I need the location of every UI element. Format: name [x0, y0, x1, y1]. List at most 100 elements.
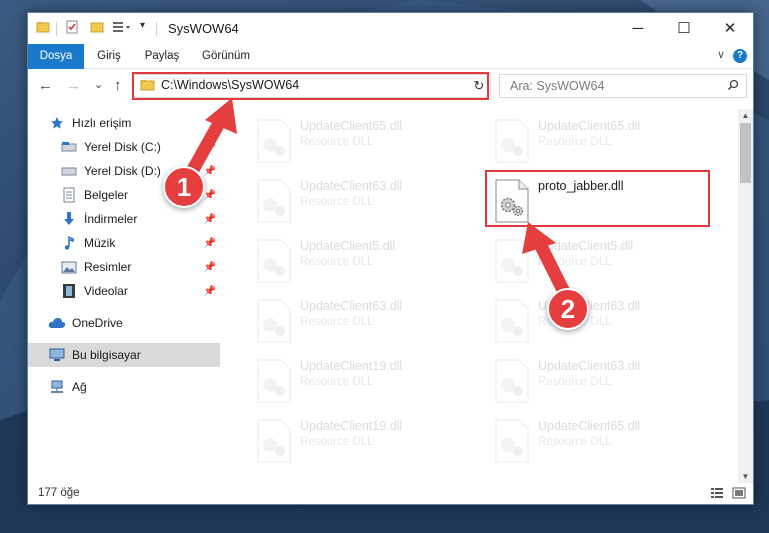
dll-file-icon	[257, 119, 291, 163]
file-name: UpdateClient19.dll	[300, 419, 403, 433]
maximize-button[interactable]: ☐	[661, 13, 707, 43]
new-folder-icon[interactable]	[90, 20, 104, 34]
sidebar-item-label: Belgeler	[84, 188, 129, 202]
file-type: Resource DLL	[538, 436, 612, 448]
file-type: Resource DLL	[300, 136, 374, 148]
pin-icon[interactable]: 📌	[204, 166, 216, 177]
tab-gorunum[interactable]: Görünüm	[196, 44, 256, 68]
list-item[interactable]: UpdateClient65.dll Resource DLL	[490, 415, 720, 469]
sidebar-item-this-pc[interactable]: Bu bilgisayar	[28, 343, 220, 367]
network-icon	[48, 379, 66, 395]
tab-paylas[interactable]: Paylaş	[140, 44, 184, 68]
pin-icon[interactable]: 📌	[204, 238, 216, 249]
sidebar-item-onedrive[interactable]: OneDrive	[28, 311, 224, 335]
sidebar-item-music[interactable]: Müzik 📌	[28, 231, 224, 255]
sidebar-item-label: Videolar	[84, 284, 128, 298]
list-item[interactable]: UpdateClient63.dll Resource DLL	[252, 295, 482, 349]
file-highlight	[485, 170, 710, 227]
file-name: UpdateClient65.dll	[538, 419, 641, 433]
search-box[interactable]: Ara: SysWOW64	[499, 74, 747, 98]
pin-icon[interactable]: 📌	[204, 142, 216, 153]
dll-file-icon	[257, 299, 291, 343]
pin-icon[interactable]: 📌	[204, 214, 216, 225]
navigation-pane: Hızlı erişim Yerel Disk (C:) 📌 Yerel Dis…	[28, 109, 224, 483]
list-item[interactable]: UpdateClient63.dll Resource DLL	[490, 355, 720, 409]
search-icon	[727, 79, 739, 94]
details-view-icon[interactable]	[710, 487, 724, 499]
dll-file-icon	[495, 239, 529, 283]
videos-icon	[60, 283, 78, 299]
scrollbar-thumb[interactable]	[740, 123, 751, 183]
up-button[interactable]: ↑	[114, 77, 122, 94]
pin-icon[interactable]: 📌	[204, 286, 216, 297]
ribbon-collapse-icon[interactable]: ∨	[717, 48, 725, 61]
sidebar-item-videos[interactable]: Videolar 📌	[28, 279, 224, 303]
list-item[interactable]: UpdateClient63.dll Resource DLL	[252, 175, 482, 229]
sidebar-item-downloads[interactable]: İndirmeler 📌	[28, 207, 224, 231]
tab-giris[interactable]: Giriş	[90, 44, 128, 68]
download-icon	[60, 211, 78, 227]
documents-icon	[60, 187, 78, 203]
scroll-up-icon[interactable]: ▲	[738, 111, 753, 120]
step-1-badge: 1	[163, 166, 205, 208]
sidebar-item-network[interactable]: Ağ	[28, 375, 224, 399]
sidebar-item-label: İndirmeler	[84, 212, 138, 226]
list-item[interactable]: UpdateClient5.dll Resource DLL	[252, 235, 482, 289]
dll-file-icon	[257, 359, 291, 403]
list-item[interactable]: UpdateClient5.dll Resource DLL	[490, 235, 720, 289]
pin-icon[interactable]: 📌	[204, 262, 216, 273]
search-input[interactable]: Ara: SysWOW64	[510, 79, 604, 93]
file-name: UpdateClient65.dll	[538, 119, 641, 133]
large-icons-view-icon[interactable]	[732, 487, 746, 499]
file-type: Resource DLL	[538, 256, 612, 268]
dll-file-icon	[495, 299, 529, 343]
file-name: UpdateClient63.dll	[300, 299, 403, 313]
file-list: UpdateClient65.dll Resource DLL UpdateCl…	[224, 109, 738, 483]
customize-toolbar-icon[interactable]	[112, 20, 132, 34]
file-type: Resource DLL	[300, 376, 374, 388]
sidebar-item-label: Müzik	[84, 236, 116, 250]
scroll-down-icon[interactable]: ▼	[738, 472, 753, 481]
pictures-icon	[60, 259, 78, 275]
folder-icon	[36, 20, 50, 34]
minimize-button[interactable]: ─	[615, 13, 661, 43]
quick-access-dropdown-icon[interactable]: ▾	[140, 20, 145, 31]
sidebar-item-label: Yerel Disk (C:)	[84, 140, 161, 154]
status-bar: 177 öğe	[28, 483, 753, 504]
file-type: Resource DLL	[300, 436, 374, 448]
vertical-scrollbar[interactable]: ▲ ▼	[738, 109, 753, 483]
sidebar-item-pictures[interactable]: Resimler 📌	[28, 255, 224, 279]
sidebar-item-label: Resimler	[84, 260, 132, 274]
sidebar-item-local-disk-c[interactable]: Yerel Disk (C:) 📌	[28, 135, 224, 159]
back-button[interactable]: ←	[38, 77, 53, 94]
sidebar-item-label: OneDrive	[72, 316, 123, 330]
file-type: Resource DLL	[538, 136, 612, 148]
drive-icon	[60, 139, 78, 155]
sidebar-item-label: Yerel Disk (D:)	[84, 164, 161, 178]
file-type: Resource DLL	[538, 376, 612, 388]
dll-file-icon	[495, 119, 529, 163]
cloud-icon	[48, 315, 66, 331]
sidebar-item-quick-access[interactable]: Hızlı erişim	[28, 111, 224, 135]
dll-file-icon	[257, 419, 291, 463]
item-count: 177 öğe	[38, 487, 80, 499]
close-button[interactable]: ✕	[707, 13, 753, 43]
list-item[interactable]: UpdateClient19.dll Resource DLL	[252, 355, 482, 409]
dll-file-icon	[257, 179, 291, 223]
recent-locations-button[interactable]: ⌄	[94, 78, 103, 91]
pin-icon[interactable]: 📌	[204, 190, 216, 201]
dll-file-icon	[495, 419, 529, 463]
list-item[interactable]: UpdateClient19.dll Resource DLL	[252, 415, 482, 469]
properties-icon[interactable]	[65, 20, 79, 34]
dll-file-icon	[495, 359, 529, 403]
list-item[interactable]: UpdateClient65.dll Resource DLL	[490, 115, 720, 169]
sidebar-item-label: Hızlı erişim	[72, 116, 132, 130]
title-bar[interactable]: ▾ SysWOW64 ─ ☐ ✕	[28, 13, 753, 43]
sidebar-item-label: Ağ	[72, 380, 87, 394]
star-icon	[48, 115, 66, 131]
forward-button[interactable]: →	[66, 77, 81, 94]
list-item[interactable]: UpdateClient63.dll Resource DLL	[490, 295, 720, 349]
file-name: UpdateClient5.dll	[300, 239, 396, 253]
help-icon[interactable]: ?	[733, 49, 747, 63]
list-item[interactable]: UpdateClient65.dll Resource DLL	[252, 115, 482, 169]
